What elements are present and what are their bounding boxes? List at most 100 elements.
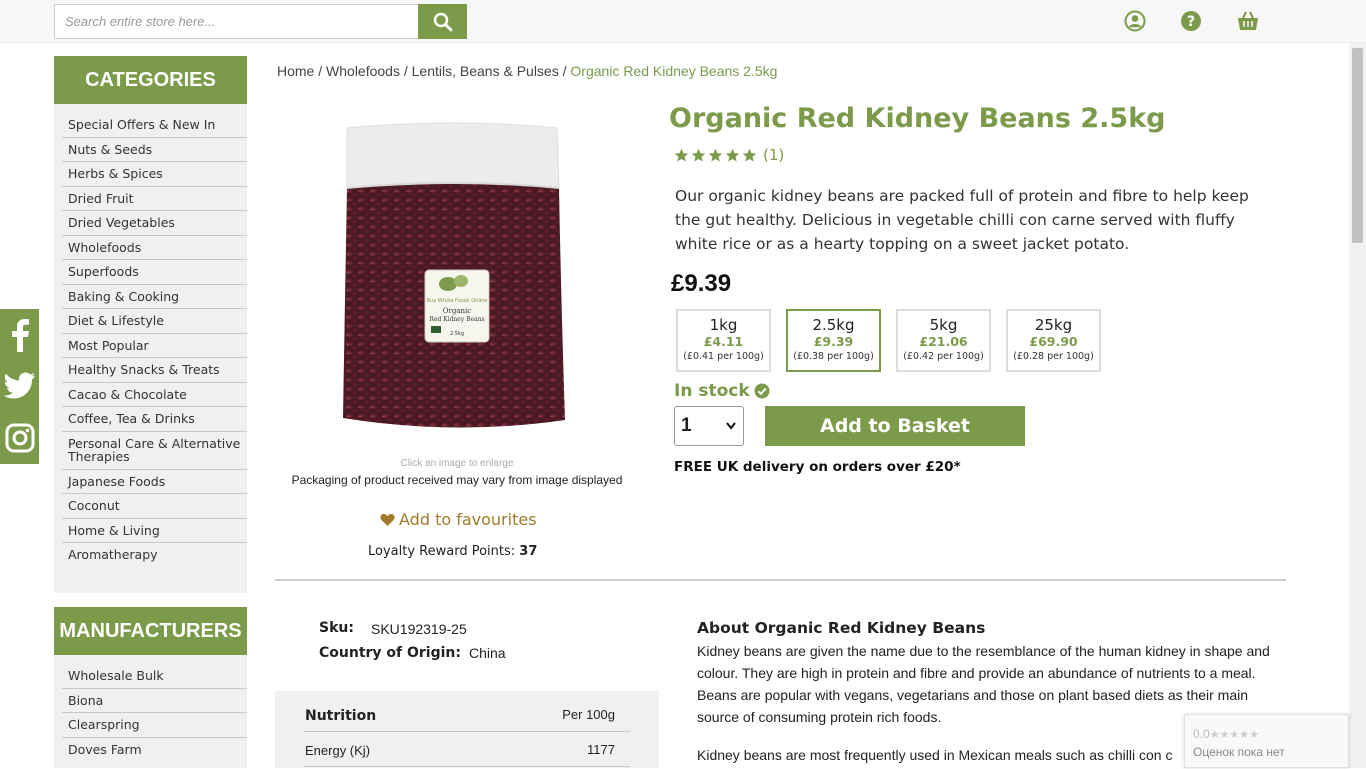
- category-item[interactable]: Dried Fruit: [62, 187, 247, 211]
- help-icon[interactable]: ?: [1179, 9, 1203, 33]
- category-item[interactable]: Special Offers & New In: [62, 113, 247, 138]
- account-icon[interactable]: [1123, 9, 1147, 33]
- search-button[interactable]: [418, 4, 467, 39]
- manufacturers-heading: MANUFACTURERS: [54, 607, 247, 655]
- star-icon: [691, 148, 706, 161]
- review-count[interactable]: (1): [763, 146, 784, 164]
- category-item[interactable]: Japanese Foods: [62, 470, 247, 494]
- heart-icon: [380, 513, 395, 526]
- category-item[interactable]: Coffee, Tea & Drinks: [62, 407, 247, 432]
- variant-size: 2.5kg: [812, 316, 855, 334]
- origin-label: Country of Origin:: [319, 645, 461, 661]
- search-icon: [433, 12, 452, 31]
- categories-list: Special Offers & New In Nuts & Seeds Herbs…: [54, 104, 247, 575]
- pack-brand-text: Buy Whole Foods Online: [427, 298, 488, 304]
- pack-organic-text: Organic: [443, 307, 471, 315]
- breadcrumb-lentils-beans-pulses[interactable]: Lentils, Beans & Pulses: [412, 63, 559, 79]
- section-divider: [275, 579, 1286, 581]
- variant-option-5kg[interactable]: 5kg £21.06 (£0.42 per 100g): [896, 309, 991, 372]
- manufacturer-item[interactable]: Doves Farm: [62, 738, 247, 762]
- search-input[interactable]: [54, 4, 419, 39]
- facebook-icon[interactable]: [0, 309, 39, 361]
- manufacturers-panel: MANUFACTURERS Wholesale Bulk Biona Clearsp…: [54, 607, 247, 768]
- category-item[interactable]: Wholefoods: [62, 236, 247, 260]
- add-to-basket-button[interactable]: Add to Basket: [765, 406, 1025, 446]
- nutrition-table: Nutrition Per 100g Energy (Kj) 1177: [275, 691, 659, 768]
- product-description: Our organic kidney beans are packed full…: [675, 187, 1249, 253]
- variant-unit-price: (£0.38 per 100g): [793, 351, 874, 362]
- breadcrumb-separator: /: [399, 63, 412, 79]
- category-item[interactable]: Herbs & Spices: [62, 162, 247, 187]
- categories-panel: CATEGORIES Special Offers & New In Nuts &…: [54, 56, 247, 593]
- variant-option-2-5kg[interactable]: 2.5kg £9.39 (£0.38 per 100g): [786, 309, 881, 372]
- sku-value: SKU192319-25: [371, 621, 467, 637]
- quantity-value: 1: [681, 415, 692, 436]
- add-to-favourites-link[interactable]: Add to favourites: [380, 510, 537, 529]
- breadcrumb: Home / Wholefoods / Lentils, Beans & Pul…: [277, 63, 777, 79]
- svg-text:?: ?: [1187, 14, 1195, 30]
- variant-option-1kg[interactable]: 1kg £4.11 (£0.41 per 100g): [676, 309, 771, 372]
- sku-label: Sku:: [319, 620, 354, 636]
- breadcrumb-current: Organic Red Kidney Beans 2.5kg: [570, 63, 778, 79]
- instagram-icon[interactable]: [0, 412, 39, 464]
- category-item[interactable]: Aromatherapy: [62, 543, 247, 567]
- manufacturers-list: Wholesale Bulk Biona Clearspring Doves Farm: [54, 655, 247, 769]
- pack-weight-text: 2.5kg: [450, 331, 464, 337]
- about-heading: About Organic Red Kidney Beans: [697, 619, 986, 637]
- breadcrumb-separator: /: [558, 63, 571, 79]
- star-icon: [725, 148, 740, 161]
- star-icon: [708, 148, 723, 161]
- stock-status-text: In stock: [674, 381, 750, 401]
- breadcrumb-home[interactable]: Home: [277, 63, 314, 79]
- variant-price: £21.06: [919, 334, 968, 349]
- variant-option-25kg[interactable]: 25kg £69.90 (£0.28 per 100g): [1006, 309, 1101, 372]
- basket-icon[interactable]: [1236, 9, 1260, 33]
- rating-stars[interactable]: (1): [674, 146, 784, 164]
- loyalty-value: 37: [519, 544, 538, 559]
- star-icon: [742, 148, 757, 161]
- category-item[interactable]: Most Popular: [62, 334, 247, 358]
- nutrition-title: Nutrition: [305, 708, 377, 724]
- page-scrollbar[interactable]: [1349, 43, 1366, 768]
- category-item[interactable]: Coconut: [62, 494, 247, 519]
- widget-score: 0.0: [1193, 727, 1210, 741]
- categories-heading: CATEGORIES: [54, 56, 247, 104]
- manufacturer-item[interactable]: Clearspring: [62, 713, 247, 738]
- widget-text: Оценок пока нет: [1193, 745, 1285, 759]
- manufacturer-item[interactable]: Biona: [62, 689, 247, 713]
- loyalty-label: Loyalty Reward Points:: [368, 544, 516, 559]
- enlarge-hint: Click an image to enlarge: [400, 458, 514, 469]
- variant-price: £4.11: [703, 334, 744, 349]
- rating-widget[interactable]: 0.0★★★★★ Оценок пока нет: [1184, 714, 1349, 768]
- category-item[interactable]: Home & Living: [62, 519, 247, 543]
- category-item[interactable]: Baking & Cooking: [62, 285, 247, 309]
- add-to-favourites-label: Add to favourites: [399, 510, 537, 529]
- product-title: Organic Red Kidney Beans 2.5kg: [669, 103, 1166, 134]
- quantity-select[interactable]: 1: [674, 406, 744, 446]
- variant-price: £69.90: [1029, 334, 1078, 349]
- nutrition-header-row: Nutrition Per 100g: [304, 705, 630, 732]
- stock-status: In stock: [674, 381, 770, 401]
- category-item[interactable]: Personal Care & Alternative Therapies: [62, 432, 247, 470]
- category-item[interactable]: Healthy Snacks & Treats: [62, 358, 247, 383]
- widget-stars-icon: ★★★★★: [1209, 729, 1259, 741]
- check-circle-icon: [754, 383, 770, 399]
- product-image[interactable]: Buy Whole Foods Online Organic Red Kidne…: [285, 98, 635, 453]
- nutrient-value: 1177: [587, 742, 615, 757]
- variant-size: 5kg: [929, 316, 958, 334]
- star-icon: [674, 148, 689, 161]
- nutrition-row-energy: Energy (Kj) 1177: [304, 740, 630, 767]
- category-item[interactable]: Diet & Lifestyle: [62, 309, 247, 334]
- nutrition-per-label: Per 100g: [562, 707, 615, 722]
- category-item[interactable]: Nuts & Seeds: [62, 138, 247, 162]
- breadcrumb-wholefoods[interactable]: Wholefoods: [326, 63, 400, 79]
- manufacturer-item[interactable]: Wholesale Bulk: [62, 664, 247, 689]
- loyalty-points: Loyalty Reward Points: 37: [368, 544, 537, 559]
- category-item[interactable]: Dried Vegetables: [62, 211, 247, 236]
- category-item[interactable]: Superfoods: [62, 260, 247, 285]
- pack-product-text: Red Kidney Beans: [429, 316, 484, 323]
- category-item[interactable]: Cacao & Chocolate: [62, 383, 247, 407]
- packaging-note: Packaging of product received may vary f…: [291, 473, 623, 487]
- scrollbar-thumb[interactable]: [1352, 48, 1363, 243]
- twitter-icon[interactable]: [0, 360, 39, 412]
